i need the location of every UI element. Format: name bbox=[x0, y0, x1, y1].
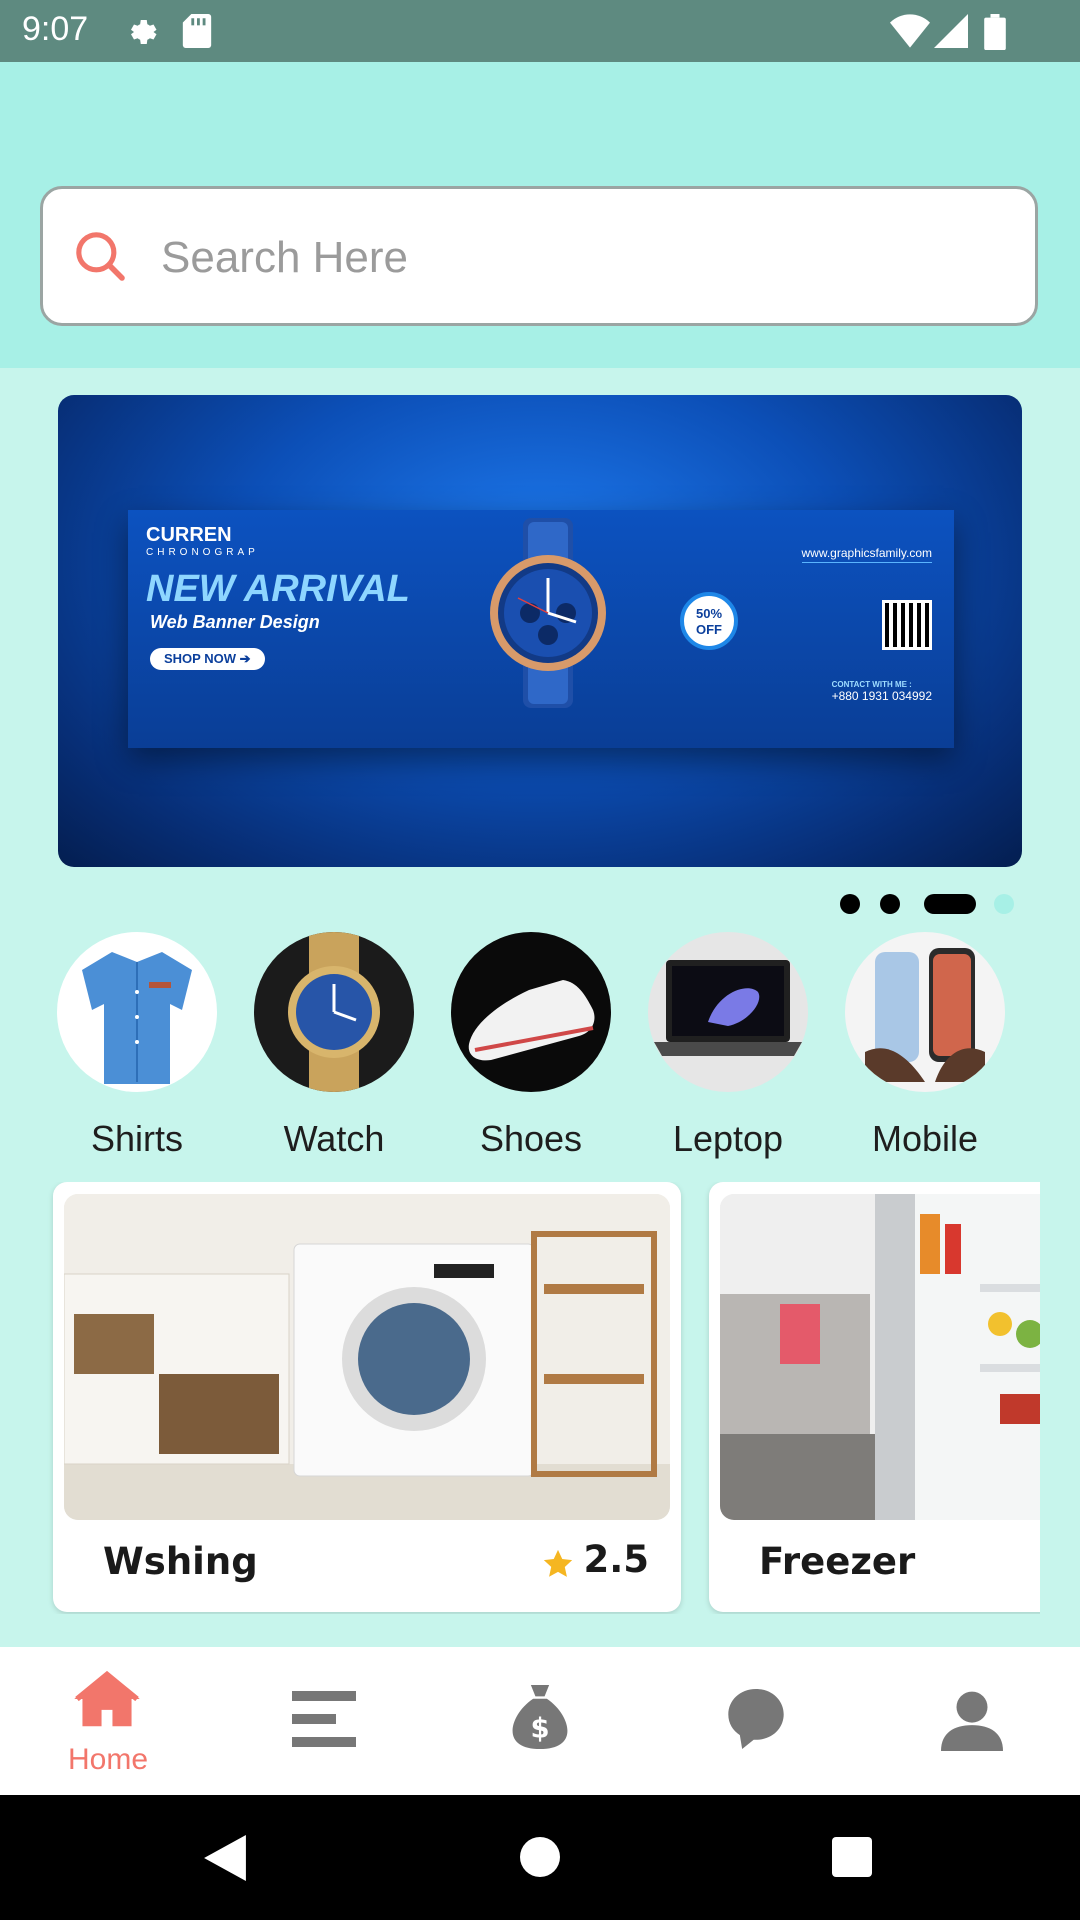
menu-icon bbox=[292, 1691, 356, 1751]
discount-off: OFF bbox=[696, 622, 722, 637]
product-card[interactable]: Wshing 2.5 bbox=[53, 1182, 681, 1612]
refrigerator-image bbox=[720, 1194, 1040, 1520]
star-icon bbox=[541, 1547, 575, 1585]
svg-text:$: $ bbox=[530, 1714, 549, 1745]
bottom-nav: Home $ bbox=[0, 1647, 1080, 1795]
category-label: Shirts bbox=[90, 1118, 184, 1159]
status-bar: 9:07 bbox=[0, 0, 1080, 62]
banner-subline: Web Banner Design bbox=[150, 612, 320, 632]
laptop-image bbox=[648, 932, 808, 1092]
washing-machine-image bbox=[64, 1194, 670, 1520]
carousel-dot[interactable] bbox=[994, 894, 1014, 914]
banner-contact: CONTACT WITH ME : +880 1931 034992 bbox=[832, 680, 932, 703]
category-shirts[interactable]: Shirts bbox=[57, 932, 217, 1160]
system-nav-bar bbox=[0, 1795, 1080, 1920]
category-laptop[interactable]: Leptop bbox=[648, 932, 808, 1160]
wifi-icon bbox=[890, 14, 930, 52]
home-icon bbox=[74, 1669, 140, 1733]
product-name: Freezer bbox=[759, 1540, 916, 1583]
watch-icon bbox=[478, 518, 618, 712]
signal-icon bbox=[934, 14, 968, 52]
category-watch[interactable]: Watch bbox=[254, 932, 414, 1160]
banner-artwork: CURREN CHRONOGRAP NEW ARRIVAL Web Banner… bbox=[128, 510, 954, 748]
money-bag-icon: $ bbox=[512, 1685, 568, 1753]
nav-money[interactable]: $ bbox=[432, 1647, 648, 1795]
nav-profile[interactable] bbox=[864, 1647, 1080, 1795]
banner-brand-sub: CHRONOGRAP bbox=[146, 547, 259, 558]
back-icon[interactable] bbox=[204, 1835, 246, 1885]
carousel-dot-active[interactable] bbox=[924, 894, 976, 914]
qr-code-icon bbox=[882, 600, 932, 650]
discount-badge: 50% OFF bbox=[680, 592, 738, 650]
banner-website: www.graphicsfamily.com bbox=[801, 546, 932, 563]
nav-chat[interactable] bbox=[648, 1647, 864, 1795]
category-mobile[interactable]: Mobile bbox=[845, 932, 1005, 1160]
discount-percent: 50% bbox=[695, 606, 723, 621]
category-label: Watch bbox=[283, 1118, 385, 1159]
shop-now-button[interactable]: SHOP NOW ➔ bbox=[150, 648, 265, 670]
carousel-dot[interactable] bbox=[840, 894, 860, 914]
product-card[interactable]: Freezer bbox=[709, 1182, 1040, 1612]
recents-icon[interactable] bbox=[832, 1837, 872, 1881]
product-list: Wshing 2.5 Freezer bbox=[0, 1182, 1040, 1614]
battery-icon bbox=[984, 14, 1006, 54]
status-time: 9:07 bbox=[22, 10, 89, 48]
category-shoes[interactable]: Shoes bbox=[451, 932, 611, 1160]
search-input[interactable]: Search Here bbox=[161, 233, 408, 283]
shirt-image bbox=[57, 932, 217, 1092]
banner-brand-name: CURREN bbox=[146, 524, 232, 546]
category-label: Shoes bbox=[479, 1118, 583, 1159]
nav-home[interactable]: Home bbox=[0, 1647, 216, 1795]
mobile-image bbox=[845, 932, 1005, 1092]
search-icon[interactable] bbox=[73, 229, 129, 289]
sd-card-icon bbox=[182, 14, 212, 52]
banner-brand: CURREN CHRONOGRAP bbox=[146, 524, 259, 558]
product-name: Wshing bbox=[103, 1540, 258, 1583]
nav-home-label: Home bbox=[67, 1743, 149, 1776]
settings-icon bbox=[122, 14, 158, 54]
search-bar[interactable]: Search Here bbox=[40, 186, 1038, 326]
promo-banner[interactable]: CURREN CHRONOGRAP NEW ARRIVAL Web Banner… bbox=[58, 395, 1022, 867]
nav-menu[interactable] bbox=[216, 1647, 432, 1795]
contact-phone: +880 1931 034992 bbox=[831, 689, 932, 703]
category-label: Mobile bbox=[871, 1118, 979, 1159]
category-label: Leptop bbox=[672, 1118, 784, 1159]
contact-label: CONTACT WITH ME : bbox=[831, 680, 912, 689]
shop-now-label: SHOP NOW bbox=[164, 651, 236, 666]
home-nav-icon[interactable] bbox=[520, 1837, 560, 1881]
shoe-image bbox=[451, 932, 611, 1092]
profile-icon bbox=[940, 1689, 1004, 1755]
banner-headline: NEW ARRIVAL bbox=[146, 568, 410, 610]
watch-image bbox=[254, 932, 414, 1092]
chat-icon bbox=[728, 1689, 784, 1753]
product-rating: 2.5 bbox=[583, 1538, 649, 1581]
carousel-dot[interactable] bbox=[880, 894, 900, 914]
